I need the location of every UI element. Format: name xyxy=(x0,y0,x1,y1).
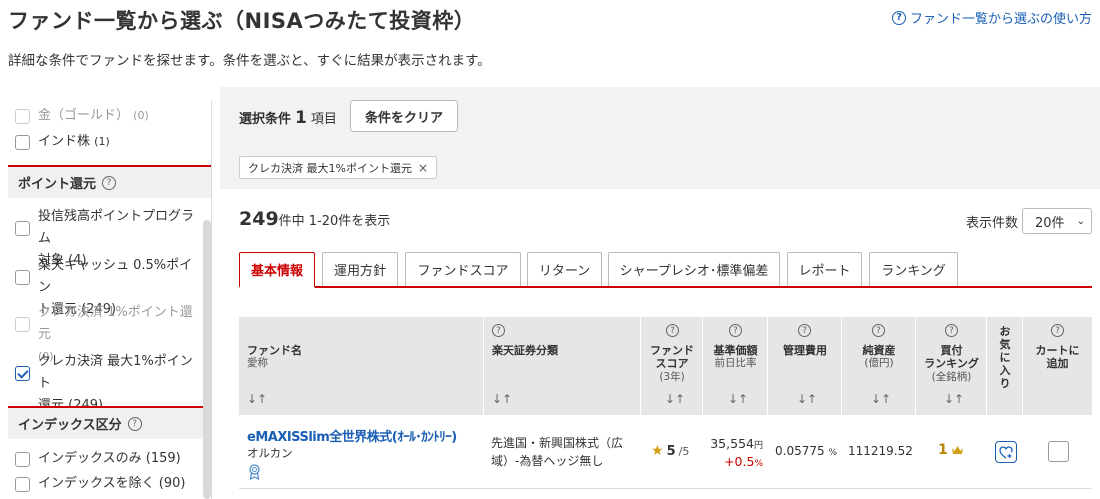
question-icon: ? xyxy=(891,10,906,25)
col-cart: ? カートに 追加 xyxy=(1035,324,1080,370)
col-favorite: お 気 に 入 り xyxy=(987,317,1023,415)
sort-icon[interactable]: ↓↑ xyxy=(944,392,964,406)
checkbox[interactable] xyxy=(15,221,30,236)
condition-chip: クレカ決済 最大1%ポイント還元 × xyxy=(239,156,438,179)
award-icon xyxy=(249,464,260,480)
ranking: 1 xyxy=(938,442,964,458)
question-icon[interactable]: ? xyxy=(666,324,679,337)
tab-ranking[interactable]: ランキング xyxy=(869,252,958,286)
sort-icon[interactable]: ↓↑ xyxy=(871,392,891,406)
question-icon[interactable]: ? xyxy=(729,324,742,337)
heart-add-icon xyxy=(999,445,1013,459)
col-net-assets: ? 純資産 (億円) ↓↑ xyxy=(842,317,916,415)
col-category: ? 楽天証券分類 ↓↑ xyxy=(484,317,641,415)
section-index-type: インデックス区分 ? xyxy=(8,406,211,439)
price-change: +0.5% xyxy=(724,454,763,469)
checkbox-checked[interactable] xyxy=(15,366,30,381)
filter-sidebar: 金（ゴールド） (0) インド株 (1) ポイント還元 ? 投信残高ポイントプロ… xyxy=(8,100,212,499)
selected-conditions-panel: 選択条件 1 項目 条件をクリア クレカ決済 最大1%ポイント還元 × xyxy=(220,87,1100,189)
favorite-button[interactable] xyxy=(995,441,1017,463)
tab-return[interactable]: リターン xyxy=(527,252,602,286)
star-icon: ★ xyxy=(651,443,664,459)
fund-score: ★ 5 /5 xyxy=(651,443,690,459)
filter-exclude-index[interactable]: インデックスを除く (90) xyxy=(8,473,204,495)
col-fund-name: ファンド名 愛称 ↓↑ xyxy=(239,317,484,415)
tab-report[interactable]: レポート xyxy=(787,252,862,286)
add-to-cart-checkbox[interactable] xyxy=(1048,441,1069,462)
filter-gold[interactable]: 金（ゴールド） (0) xyxy=(8,105,204,127)
fund-category: 先進国・新興国株式（広域）-為替ヘッジ無し xyxy=(491,436,624,468)
question-icon[interactable]: ? xyxy=(1051,324,1064,337)
question-icon[interactable]: ? xyxy=(798,324,811,337)
tab-policy[interactable]: 運用方針 xyxy=(322,252,398,286)
selected-conditions-label: 選択条件 1 項目 xyxy=(239,108,337,128)
management-fee: 0.05775 % xyxy=(775,444,838,458)
per-page-select[interactable]: 20件 ⌄ xyxy=(1022,208,1092,234)
fund-nickname: オルカン xyxy=(247,446,293,460)
col-fund-score: ? ファンド スコア (3年) ↓↑ xyxy=(641,317,703,415)
per-page: 表示件数 20件 ⌄ xyxy=(966,208,1092,234)
result-tabs: 基本情報 運用方針 ファンドスコア リターン シャープレシオ･標準偏差 レポート… xyxy=(239,252,1092,288)
sort-icon[interactable]: ↓↑ xyxy=(665,392,685,406)
help-link[interactable]: ? ファンド一覧から選ぶの使い方 xyxy=(891,8,1092,27)
result-count: 249 件中 1-20件を表示 xyxy=(239,208,391,230)
col-fee: ? 管理費用 ↓↑ xyxy=(768,317,842,415)
crown-icon xyxy=(951,446,963,454)
clear-conditions-button[interactable]: 条件をクリア xyxy=(350,100,458,132)
question-icon[interactable]: ? xyxy=(945,324,958,337)
col-ranking: ? 買付 ランキング (全銘柄) ↓↑ xyxy=(916,317,987,415)
tab-sharpe-ratio[interactable]: シャープレシオ･標準偏差 xyxy=(608,252,780,286)
section-point-return: ポイント還元 ? xyxy=(8,165,211,198)
table-header: ファンド名 愛称 ↓↑ ? 楽天証券分類 ↓↑ ? ファンド スコア (3年) … xyxy=(239,317,1092,415)
page-subtitle: 詳細な条件でファンドを探せます。条件を選ぶと、すぐに結果が表示されます。 xyxy=(8,53,491,69)
checkbox[interactable] xyxy=(15,109,30,124)
filter-india[interactable]: インド株 (1) xyxy=(8,131,204,153)
tab-basic-info[interactable]: 基本情報 xyxy=(239,252,315,288)
checkbox[interactable] xyxy=(15,317,30,332)
sort-icon[interactable]: ↓↑ xyxy=(728,392,748,406)
sort-icon[interactable]: ↓↑ xyxy=(247,392,267,406)
fund-name-link[interactable]: eMAXISSlim全世界株式(ｵｰﾙ･ｶﾝﾄﾘｰ) xyxy=(247,426,457,445)
sidebar-scrollbar[interactable] xyxy=(203,220,211,499)
net-assets: 111219.52 xyxy=(848,444,913,458)
question-icon[interactable]: ? xyxy=(127,416,142,431)
checkbox[interactable] xyxy=(15,270,30,285)
checkbox[interactable] xyxy=(15,477,30,492)
question-icon[interactable]: ? xyxy=(872,324,885,337)
table-row: eMAXISSlim全世界株式(ｵｰﾙ･ｶﾝﾄﾘｰ) オルカン 先進国・新興国株… xyxy=(239,415,1092,489)
chevron-down-icon: ⌄ xyxy=(1076,215,1085,227)
question-icon[interactable]: ? xyxy=(492,324,505,337)
close-icon[interactable]: × xyxy=(418,161,428,175)
page-title: ファンド一覧から選ぶ（NISAつみたて投資枠） xyxy=(8,9,476,33)
checkbox[interactable] xyxy=(15,135,30,150)
checkbox[interactable] xyxy=(15,452,30,467)
tab-fund-score[interactable]: ファンドスコア xyxy=(405,252,521,286)
sort-icon[interactable]: ↓↑ xyxy=(492,392,512,406)
col-price: ? 基準価額 前日比率 ↓↑ xyxy=(703,317,768,415)
sort-icon[interactable]: ↓↑ xyxy=(797,392,817,406)
question-icon[interactable]: ? xyxy=(102,175,117,190)
help-link-label: ファンド一覧から選ぶの使い方 xyxy=(909,12,1092,27)
filter-index-only[interactable]: インデックスのみ (159) xyxy=(8,448,204,470)
base-price: 35,554円 xyxy=(710,436,763,451)
